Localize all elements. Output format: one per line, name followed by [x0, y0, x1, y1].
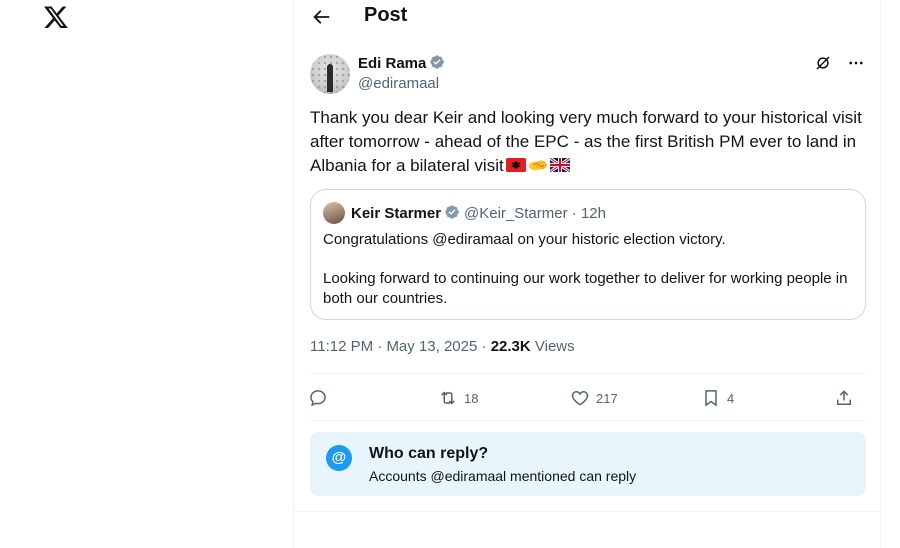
meta-separator: ·: [377, 338, 383, 355]
post-meta: 11:12 PM · May 13, 2025 · 22.3K Views: [310, 338, 575, 355]
quoted-separator: ·: [571, 205, 577, 222]
bookmark-count: 4: [727, 390, 735, 406]
post-header: Post: [294, 0, 880, 34]
author-handle[interactable]: @ediramaal: [358, 75, 439, 92]
handshake-emoji: [528, 160, 547, 171]
quoted-post[interactable]: Keir Starmer @Keir_Starmer · 12h Congrat…: [310, 189, 866, 320]
divider: [310, 420, 866, 421]
post-text: Thank you dear Keir and looking very muc…: [310, 108, 862, 175]
author-name-row[interactable]: Edi Rama: [358, 54, 445, 72]
divider: [310, 373, 866, 374]
author-name[interactable]: Edi Rama: [358, 55, 426, 72]
quoted-author-name-row: Keir Starmer: [351, 204, 460, 222]
share-button[interactable]: [834, 387, 854, 409]
reply-icon: [310, 390, 326, 407]
action-bar: 18 217 4: [310, 384, 866, 412]
bookmark-button[interactable]: 4: [701, 387, 734, 409]
more-options-icon[interactable]: [846, 54, 866, 72]
avatar[interactable]: [310, 54, 350, 94]
views-label: Views: [534, 338, 575, 355]
post-text-block: Thank you dear Keir and looking very muc…: [310, 106, 866, 178]
repost-button[interactable]: 18: [438, 387, 478, 409]
quoted-avatar[interactable]: [323, 202, 345, 224]
meta-separator: ·: [481, 338, 487, 355]
reply-button[interactable]: [308, 387, 334, 409]
like-button[interactable]: 217: [570, 387, 618, 409]
x-logo-icon[interactable]: [42, 4, 70, 30]
share-icon: [837, 390, 851, 405]
post-column: Post Edi Rama @ediramaal Thank you dear …: [293, 0, 881, 548]
post-time[interactable]: 11:12 PM: [310, 338, 373, 355]
albania-flag-emoji: [505, 158, 526, 172]
post-date[interactable]: May 13, 2025: [386, 338, 477, 355]
quoted-paragraph-2: Looking forward to continuing our work t…: [323, 270, 848, 307]
verified-badge-icon: [445, 205, 459, 219]
quoted-paragraph-1: Congratulations @ediramaal on your histo…: [323, 231, 726, 248]
heart-icon: [571, 390, 589, 406]
quoted-author-handle: @Keir_Starmer: [464, 205, 568, 222]
like-count: 217: [596, 390, 618, 406]
bookmark-icon: [705, 390, 717, 407]
page-title: Post: [364, 4, 408, 26]
arrow-left-icon[interactable]: [310, 6, 332, 28]
post-author: Edi Rama @ediramaal: [310, 52, 866, 96]
quoted-author-name: Keir Starmer: [351, 205, 442, 222]
quoted-meta: @Keir_Starmer · 12h: [464, 205, 606, 222]
quoted-time: 12h: [580, 205, 606, 222]
views-count: 22.3K: [490, 338, 531, 355]
at-sign-icon: @: [326, 445, 352, 471]
uk-flag-emoji: [549, 158, 570, 172]
divider: [294, 511, 880, 512]
verified-badge-icon: [430, 55, 445, 69]
grok-icon[interactable]: [814, 54, 832, 72]
reply-restriction-subtitle: Accounts @ediramaal mentioned can reply: [369, 468, 637, 484]
avatar-figure: [327, 64, 333, 92]
reply-restriction-title: Who can reply?: [369, 445, 489, 462]
reply-restriction-notice: @ Who can reply? Accounts @ediramaal men…: [310, 432, 866, 496]
repost-icon: [441, 391, 455, 405]
repost-count: 18: [464, 390, 479, 406]
